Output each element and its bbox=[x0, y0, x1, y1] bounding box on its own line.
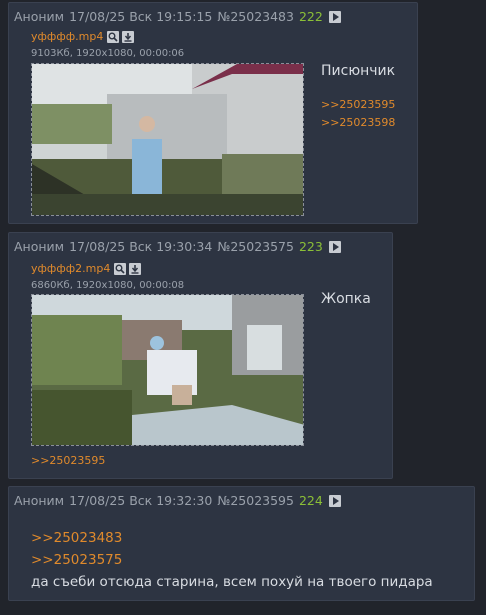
post-number[interactable]: №25023575 bbox=[217, 239, 294, 254]
reply-link[interactable]: >>25023598 bbox=[321, 116, 395, 129]
file-name-link[interactable]: уфффф2.mp4 bbox=[31, 262, 110, 275]
video-thumbnail[interactable] bbox=[31, 294, 304, 446]
post-25023575: Аноним 17/08/25 Вск 19:30:34 №25023575 2… bbox=[8, 232, 393, 479]
post-number[interactable]: №25023483 bbox=[217, 9, 294, 24]
post-author: Аноним bbox=[14, 239, 65, 254]
search-icon[interactable] bbox=[107, 30, 120, 43]
post-header: Аноним 17/08/25 Вск 19:32:30 №25023595 2… bbox=[14, 493, 341, 508]
search-icon[interactable] bbox=[114, 262, 127, 275]
post-25023595: Аноним 17/08/25 Вск 19:32:30 №25023595 2… bbox=[8, 486, 475, 601]
post-message: да съеби отсюда старина, всем похуй на т… bbox=[31, 574, 433, 590]
post-counter: 224 bbox=[298, 493, 323, 508]
post-author: Аноним bbox=[14, 9, 65, 24]
post-25023483: Аноним 17/08/25 Вск 19:15:15 №25023483 2… bbox=[8, 2, 418, 224]
post-counter: 222 bbox=[298, 9, 323, 24]
download-icon[interactable] bbox=[129, 262, 142, 275]
play-icon[interactable] bbox=[328, 494, 341, 507]
quote-link[interactable]: >>25023483 bbox=[31, 530, 122, 546]
post-date: 17/08/25 Вск 19:30:34 bbox=[69, 239, 213, 254]
post-message: Писюнчик bbox=[321, 63, 396, 79]
post-author: Аноним bbox=[14, 493, 65, 508]
play-icon[interactable] bbox=[328, 10, 341, 23]
post-date: 17/08/25 Вск 19:15:15 bbox=[69, 9, 213, 24]
file-meta: 9103Кб, 1920x1080, 00:00:06 bbox=[31, 48, 185, 59]
file-row: уфффф.mp4 bbox=[31, 30, 137, 43]
post-header: Аноним 17/08/25 Вск 19:15:15 №25023483 2… bbox=[14, 9, 341, 24]
download-icon[interactable] bbox=[122, 30, 135, 43]
reply-link[interactable]: >>25023595 bbox=[31, 454, 105, 467]
post-message: Жопка bbox=[321, 291, 371, 307]
post-header: Аноним 17/08/25 Вск 19:30:34 №25023575 2… bbox=[14, 239, 341, 254]
post-number[interactable]: №25023595 bbox=[217, 493, 294, 508]
file-name-link[interactable]: уфффф.mp4 bbox=[31, 30, 103, 43]
video-thumbnail[interactable] bbox=[31, 63, 304, 216]
quote-link[interactable]: >>25023575 bbox=[31, 552, 122, 568]
play-icon[interactable] bbox=[328, 240, 341, 253]
post-date: 17/08/25 Вск 19:32:30 bbox=[69, 493, 213, 508]
reply-link[interactable]: >>25023595 bbox=[321, 98, 395, 111]
file-row: уфффф2.mp4 bbox=[31, 262, 144, 275]
file-meta: 6860Кб, 1920x1080, 00:00:08 bbox=[31, 280, 185, 291]
post-counter: 223 bbox=[298, 239, 323, 254]
